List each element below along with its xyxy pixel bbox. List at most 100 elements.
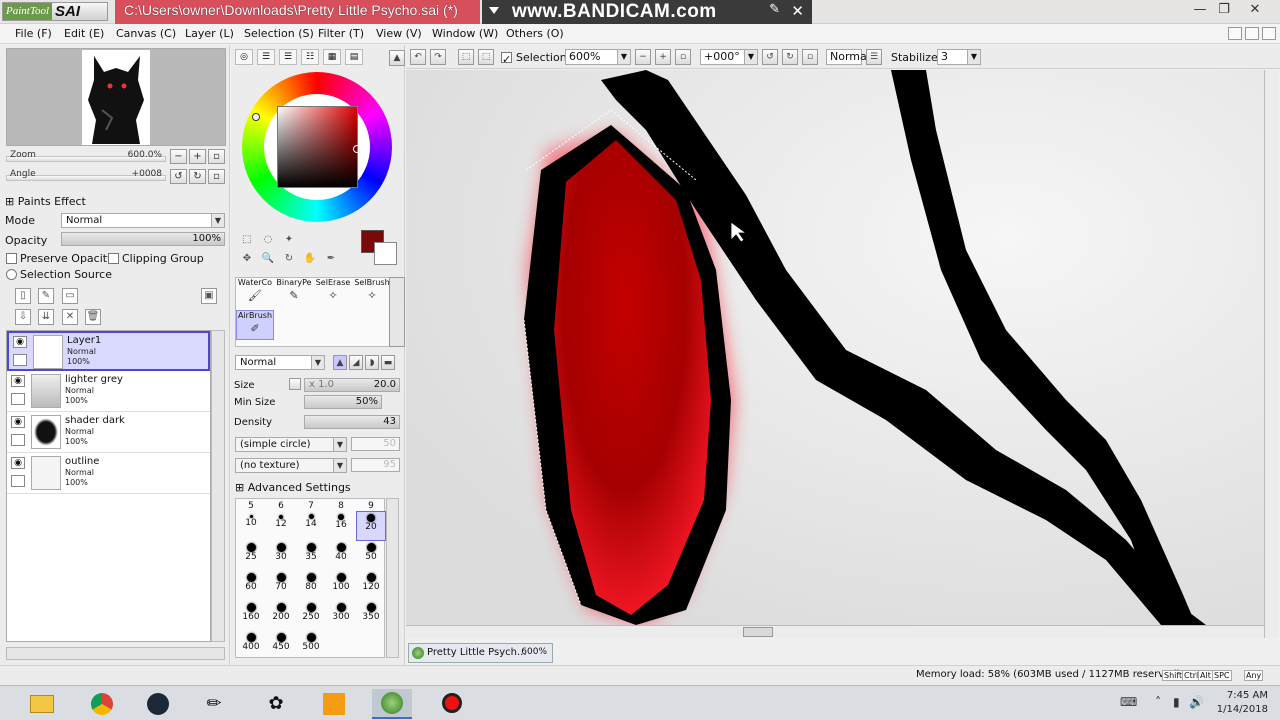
rotate-cw-icon[interactable]: ↻	[782, 49, 798, 65]
drawing-canvas[interactable]	[406, 70, 1264, 625]
rotate-right-button[interactable]: ↻	[189, 169, 206, 184]
navigator-preview[interactable]	[6, 48, 226, 146]
steam-icon[interactable]	[138, 689, 178, 719]
size-preset[interactable]: 450	[266, 631, 296, 661]
move-icon[interactable]: ✥	[239, 252, 255, 268]
new-folder-icon[interactable]: ▭	[62, 288, 78, 304]
merge-down-icon[interactable]: ⇊	[38, 309, 54, 325]
app-icon[interactable]: ✿	[256, 689, 296, 719]
size-preset[interactable]: 160	[236, 601, 266, 631]
close-window-button[interactable]: ✕	[1241, 0, 1269, 22]
size-preset[interactable]: 10	[236, 511, 266, 541]
brush-sel-brush[interactable]: SelBrush ✧	[353, 278, 391, 308]
shape-strength[interactable]: 50	[351, 437, 400, 451]
left-panel-scrollbar[interactable]	[6, 647, 225, 660]
layer-settings-icon[interactable]: ▣	[201, 288, 217, 304]
redo-icon[interactable]: ↷	[430, 49, 446, 65]
mdi-close-button[interactable]	[1262, 27, 1276, 40]
advanced-settings-toggle[interactable]: ⊞ Advanced Settings	[235, 481, 351, 494]
bandicam-icon[interactable]	[432, 689, 472, 719]
lock-icon[interactable]	[11, 393, 25, 405]
size-preset[interactable]: 30	[266, 541, 296, 571]
color-wheel-tab[interactable]: ◎	[235, 49, 253, 65]
clipping-group-checkbox[interactable]	[108, 253, 119, 264]
zoom-tool-icon[interactable]: 🔍	[260, 252, 276, 268]
close-icon[interactable]: ✕	[791, 2, 804, 20]
zoom-out-icon[interactable]: −	[635, 49, 651, 65]
preserve-opacity-checkbox[interactable]	[6, 253, 17, 264]
mdi-minimize-button[interactable]	[1228, 27, 1242, 40]
deselect-icon[interactable]: ⬚	[458, 49, 474, 65]
rotate-reset-button[interactable]: ▫	[208, 169, 225, 184]
texture-strength[interactable]: 95	[351, 458, 400, 472]
size-preset[interactable]: 70	[266, 571, 296, 601]
scrollbar-thumb[interactable]	[743, 627, 773, 637]
flip-horizontal-icon[interactable]: ☰	[866, 49, 882, 65]
color-picker-marker[interactable]	[353, 145, 361, 153]
edit-icon[interactable]	[13, 354, 27, 366]
saturation-value-square[interactable]	[277, 106, 358, 188]
menu-window[interactable]: Window (W)	[432, 27, 498, 40]
brush-shape-select[interactable]: (simple circle) ▼	[235, 437, 347, 452]
file-explorer-icon[interactable]	[22, 689, 62, 719]
menu-canvas[interactable]: Canvas (C)	[116, 27, 176, 40]
size-preset[interactable]: 200	[266, 601, 296, 631]
magic-wand-icon[interactable]: ✦	[281, 233, 297, 249]
menu-file[interactable]: File (F)	[15, 27, 52, 40]
clock[interactable]: 7:45 AM 1/14/2018	[1217, 689, 1268, 717]
pen-icon[interactable]: ✎	[769, 2, 780, 17]
hsv-slider-tab[interactable]: ☰	[279, 49, 297, 65]
size-preset[interactable]: 50	[356, 541, 386, 571]
eyedropper-icon[interactable]: ✒	[323, 252, 339, 268]
canvas-vertical-scrollbar[interactable]	[1264, 70, 1278, 638]
background-color-swatch[interactable]	[374, 242, 397, 265]
size-preset[interactable]: 20	[356, 511, 386, 541]
brush-binary-pen[interactable]: BinaryPe ✎	[275, 278, 313, 308]
zoom-slider[interactable]: Zoom 600.0%	[6, 148, 166, 164]
zoom-select[interactable]: 600% ▼	[565, 49, 631, 65]
menu-layer[interactable]: Layer (L)	[185, 27, 234, 40]
delete-layer-icon[interactable]: 🗑	[85, 309, 101, 325]
zoom-in-icon[interactable]: +	[655, 49, 671, 65]
size-preset[interactable]: 14	[296, 511, 326, 541]
volume-icon[interactable]: 🔊	[1189, 695, 1204, 709]
painttool-sai-task[interactable]	[372, 689, 412, 719]
min-size-slider[interactable]: 50%	[304, 395, 382, 409]
swatches-tab[interactable]: ▦	[323, 49, 341, 65]
eye-icon[interactable]: ◉	[11, 416, 25, 428]
zoom-out-button[interactable]: −	[170, 149, 187, 164]
new-linework-layer-icon[interactable]: ✎	[38, 288, 54, 304]
lock-icon[interactable]	[11, 434, 25, 446]
rotate-ccw-icon[interactable]: ↺	[762, 49, 778, 65]
layer-row[interactable]: ◉ lighter grey Normal 100%	[7, 372, 210, 412]
dropdown-icon[interactable]	[489, 7, 499, 14]
size-preset[interactable]: 16	[326, 511, 356, 541]
panel-scroll-up[interactable]: ▲	[389, 50, 405, 66]
rotate-reset-icon[interactable]: ▫	[802, 49, 818, 65]
brush-blend-select[interactable]: Normal ▼	[235, 355, 325, 370]
pencil-app-icon[interactable]: ✏	[194, 689, 234, 719]
zoom-fit-icon[interactable]: ▫	[675, 49, 691, 65]
density-slider[interactable]: 43	[304, 415, 400, 429]
brush-sel-erase[interactable]: SelErase ✧	[314, 278, 352, 308]
menu-edit[interactable]: Edit (E)	[64, 27, 104, 40]
invert-selection-icon[interactable]: ⬚	[478, 49, 494, 65]
size-preset[interactable]: 40	[326, 541, 356, 571]
lasso-icon[interactable]: ◌	[260, 233, 276, 249]
size-preset[interactable]: 35	[296, 541, 326, 571]
new-layer-icon[interactable]: ▯	[15, 288, 31, 304]
show-selection-checkbox[interactable]: ✓	[501, 52, 512, 66]
layer-mode-select[interactable]: Normal ▼	[61, 213, 225, 228]
network-icon[interactable]: ▮	[1173, 695, 1180, 709]
angle-slider[interactable]: Angle +0008	[6, 167, 166, 183]
chrome-icon[interactable]	[82, 689, 122, 719]
size-slider[interactable]: x 1.0 20.0	[304, 378, 400, 392]
eye-icon[interactable]: ◉	[11, 457, 25, 469]
hand-icon[interactable]: ✋	[302, 252, 318, 268]
size-menu-button[interactable]	[289, 378, 301, 390]
rotation-select[interactable]: +000° ▼	[700, 49, 758, 65]
size-preset[interactable]: 80	[296, 571, 326, 601]
keyboard-icon[interactable]: ⌨	[1120, 695, 1137, 709]
media-player-icon[interactable]	[314, 689, 354, 719]
size-preset[interactable]: 120	[356, 571, 386, 601]
